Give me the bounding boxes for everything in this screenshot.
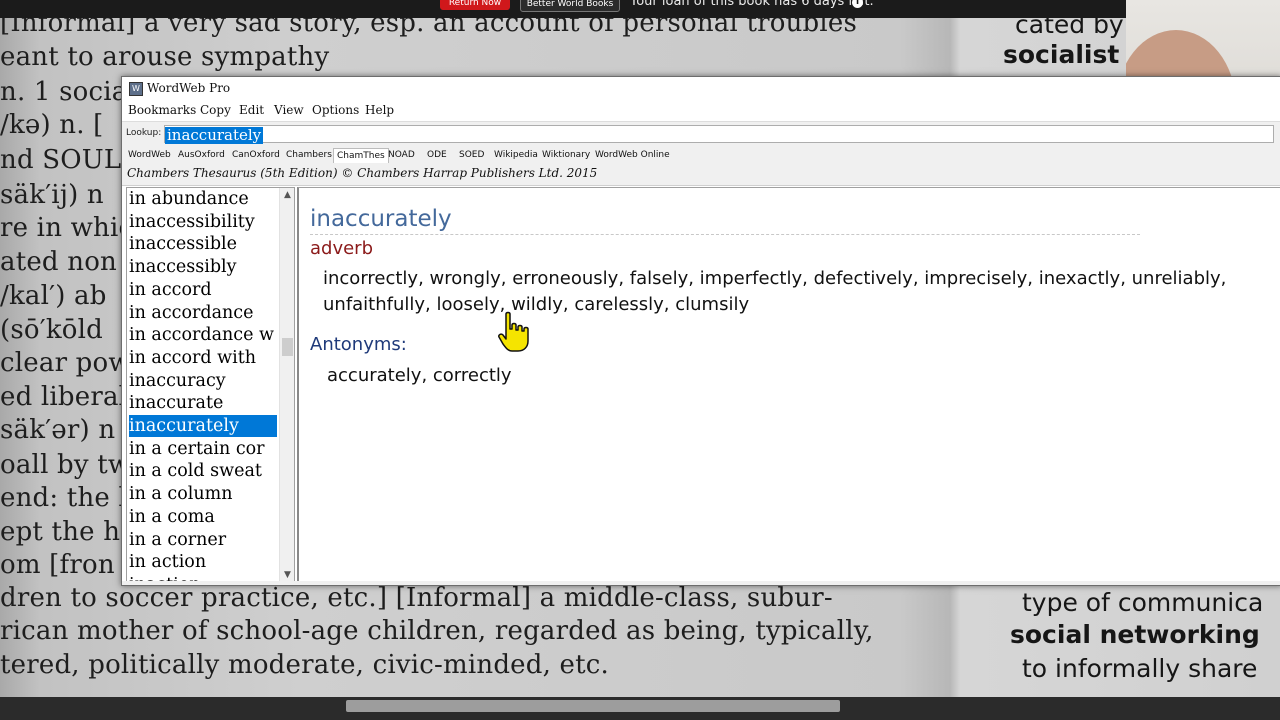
part-of-speech: adverb — [310, 238, 374, 259]
book-line: säk′ij) n — [0, 180, 104, 210]
list-item[interactable]: in accordance — [129, 302, 277, 324]
list-item[interactable]: in a corner — [129, 529, 277, 551]
book-line: ept the ha — [0, 517, 136, 547]
list-item[interactable]: in a certain cor — [129, 438, 277, 460]
page-scrollbar-thumb[interactable] — [346, 700, 840, 712]
list-item[interactable]: in accord — [129, 279, 277, 301]
list-item[interactable]: inaccuracy — [129, 370, 277, 392]
book-line: eant to arouse sympathy — [0, 42, 330, 72]
antonyms-line[interactable]: accurately, correctly — [327, 365, 512, 386]
book-line: oall by tw — [0, 450, 131, 480]
synonyms-line[interactable]: incorrectly, wrongly, erroneously, false… — [323, 268, 1226, 289]
window-title: WordWeb Pro — [147, 81, 231, 95]
tab-chamthes[interactable]: ChamThes — [333, 148, 389, 163]
dictionary-tabs: WordWeb AusOxford CanOxford Chambers Cha… — [122, 147, 1280, 163]
list-item[interactable]: in accord with — [129, 347, 277, 369]
word-list-scroll-thumb[interactable] — [282, 338, 293, 356]
menu-view[interactable]: View — [274, 103, 304, 117]
list-item[interactable]: in abundance — [129, 188, 277, 210]
book-line: end: the b — [0, 483, 136, 513]
menu-options[interactable]: Options — [312, 103, 359, 117]
menu-edit[interactable]: Edit — [239, 103, 264, 117]
tab-wikipedia[interactable]: Wikipedia — [491, 148, 541, 162]
book-line: (sō′kōld — [0, 315, 104, 345]
list-item[interactable]: in action — [129, 551, 277, 573]
scroll-down-icon[interactable]: ▼ — [280, 568, 294, 582]
tab-wiktionary[interactable]: Wiktionary — [539, 148, 593, 162]
book-line: rican mother of school-age children, reg… — [0, 616, 874, 646]
scroll-up-icon[interactable]: ▲ — [280, 188, 294, 202]
window-titlebar[interactable]: W WordWeb Pro — [122, 77, 1280, 102]
book-line: om [fron — [0, 550, 115, 580]
lookup-input[interactable]: inaccurately — [164, 125, 1274, 144]
return-now-button[interactable]: Return Now — [440, 0, 510, 10]
book-line: re in whic — [0, 213, 134, 243]
lookup-input-value[interactable]: inaccurately — [165, 127, 264, 144]
tab-soed[interactable]: SOED — [456, 148, 487, 162]
book-line: clear pow — [0, 348, 131, 378]
synonyms-line[interactable]: unfaithfully, loosely, wildly, carelessl… — [323, 294, 749, 315]
list-item[interactable]: inaccessible — [129, 233, 277, 255]
tab-ode[interactable]: ODE — [424, 148, 450, 162]
loan-notice: Your loan of this book has 6 days left. — [630, 0, 874, 9]
list-item[interactable]: in a coma — [129, 506, 277, 528]
window-bottom-edge — [122, 581, 1280, 585]
wordweb-window: W WordWeb Pro Bookmarks Copy Edit View O… — [121, 76, 1280, 586]
book-line: ated non — [0, 247, 117, 277]
hand-cursor-icon — [498, 311, 529, 352]
book-line: /kal′) ab — [0, 281, 107, 311]
list-item[interactable]: in a column — [129, 483, 277, 505]
list-item-selected[interactable]: inaccurately — [129, 415, 277, 437]
antonyms-label: Antonyms: — [310, 334, 407, 355]
menu-bookmarks[interactable]: Bookmarks — [128, 103, 196, 117]
book-line: /kə) n. [ — [0, 110, 104, 140]
list-item[interactable]: inaccessibility — [129, 211, 277, 233]
lookup-bar: Lookup: inaccurately — [122, 121, 1280, 149]
list-item[interactable]: in a cold sweat — [129, 460, 277, 482]
book-right-line: type of communica — [1022, 588, 1264, 617]
tab-chambers[interactable]: Chambers — [283, 148, 335, 162]
book-right-line: to informally share — [1022, 654, 1258, 683]
book-right-line: social networking — [1010, 620, 1260, 649]
book-line: tered, politically moderate, civic-minde… — [0, 650, 609, 680]
menu-copy[interactable]: Copy — [200, 103, 231, 117]
lookup-label: Lookup: — [126, 128, 162, 138]
book-line: dren to soccer practice, etc.] [Informal… — [0, 583, 833, 613]
list-item[interactable]: inaccessibly — [129, 256, 277, 278]
menu-bar: Bookmarks Copy Edit View Options Help — [122, 101, 1280, 121]
book-line: nd SOUL ( — [0, 145, 141, 175]
source-bar: Chambers Thesaurus (5th Edition) © Chamb… — [122, 163, 1280, 186]
book-line: säk′ər) n — [0, 415, 116, 445]
word-list[interactable]: in abundance inaccessibility inaccessibl… — [126, 187, 295, 583]
headword-divider — [310, 234, 1140, 235]
tab-noad[interactable]: NOAD — [385, 148, 418, 162]
better-world-books-button[interactable]: Better World Books — [520, 0, 620, 12]
list-item[interactable]: inaccurate — [129, 392, 277, 414]
definition-pane: inaccurately adverb incorrectly, wrongly… — [297, 187, 1280, 582]
book-right-line: socialist — [1003, 40, 1120, 69]
headword: inaccurately — [310, 206, 452, 232]
source-credit: Chambers Thesaurus (5th Edition) © Chamb… — [127, 166, 598, 180]
word-list-scrollbar[interactable]: ▲ ▼ — [279, 188, 294, 582]
book-line: ed liberal — [0, 382, 128, 412]
tab-ausoxford[interactable]: AusOxford — [175, 148, 228, 162]
list-item[interactable]: in accordance w — [129, 324, 277, 346]
tab-wordweb[interactable]: WordWeb — [125, 148, 174, 162]
tab-wordweb-online[interactable]: WordWeb Online — [592, 148, 673, 162]
menu-help[interactable]: Help — [365, 103, 394, 117]
tab-canoxford[interactable]: CanOxford — [229, 148, 283, 162]
wordweb-app-icon[interactable]: W — [129, 82, 143, 96]
reader-top-bar: Return Now Better World Books Your loan … — [0, 0, 1280, 18]
book-line: n. 1 social — [0, 77, 136, 107]
